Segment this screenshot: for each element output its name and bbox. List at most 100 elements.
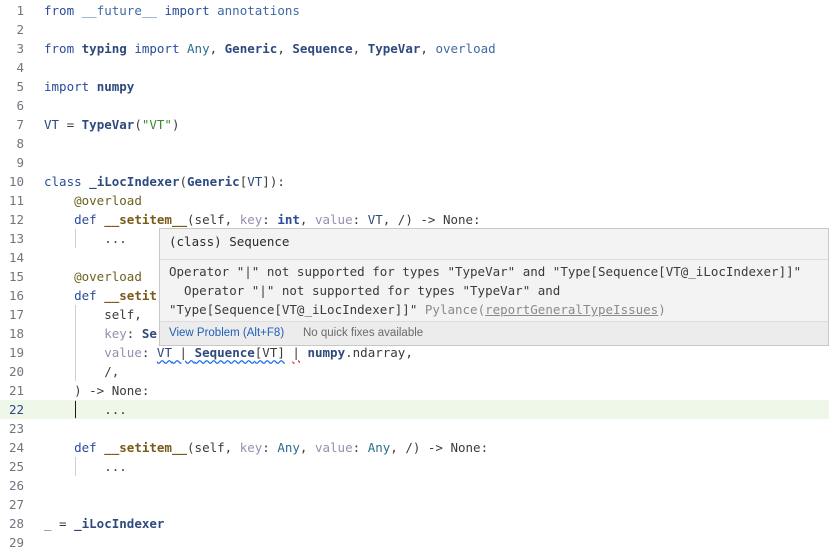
line-number: 23 [8,421,24,436]
code-token: @overload [74,269,142,284]
code-token: : [352,212,368,227]
line-code: ... [44,400,127,419]
code-line[interactable]: 5 import numpy [0,77,829,96]
line-number: 2 [16,22,24,37]
code-line[interactable]: 23 [0,419,829,438]
line-code: _ = _iLocIndexer [44,514,164,533]
code-token: ( [134,117,142,132]
code-token: _iLocIndexer [74,516,165,531]
code-line[interactable]: 26 [0,476,829,495]
code-token: , [277,41,293,56]
code-token: = [59,117,82,132]
code-token: | [292,345,300,360]
code-token: Se [141,326,157,341]
line-code: ... [44,457,127,476]
code-token: Sequence [292,41,353,56]
code-token: : [141,345,157,360]
indent-guide [75,229,76,248]
code-token: , [299,440,315,455]
line-number: 12 [8,212,24,227]
line-number: 4 [16,60,24,75]
code-line[interactable]: 6 [0,96,829,115]
code-token: self, [44,307,142,322]
code-token: /, [44,364,120,379]
line-code: def __setitem__(self, key: int, value: V… [44,210,480,229]
code-token: import [44,79,90,94]
code-line[interactable]: 20 /, [0,362,829,381]
code-token: Any [187,41,210,56]
code-line[interactable]: 4 [0,58,829,77]
line-code: ) -> None: [44,381,149,400]
diagnostic-source: Pylance(reportGeneralTypeIssues) [424,302,666,317]
line-code: VT = TypeVar("VT") [44,115,180,134]
code-line[interactable]: 28 _ = _iLocIndexer [0,514,829,533]
code-token: from [44,41,75,56]
code-line[interactable]: 9 [0,153,829,172]
line-number: 29 [8,535,24,550]
code-token: ]): [262,174,285,189]
line-number: 6 [16,98,24,113]
code-token: import [134,41,180,56]
code-line[interactable]: 8 [0,134,829,153]
text-cursor [75,401,76,418]
code-token: (self, [187,440,240,455]
code-line[interactable]: 10 class _iLocIndexer(Generic[VT]): [0,172,829,191]
code-token: , [352,41,368,56]
code-token: value [314,440,353,455]
code-line[interactable]: 24 def __setitem__(self, key: Any, value… [0,438,829,457]
code-token: TypeVar [81,117,135,132]
code-token: , /) -> None: [390,440,489,455]
code-token: @overload [74,193,142,208]
line-number: 7 [16,117,24,132]
code-token: VT [247,174,263,189]
line-number: 21 [8,383,24,398]
code-line[interactable]: 2 [0,20,829,39]
line-number: 8 [16,136,24,151]
code-token: VT [156,345,172,360]
code-token: from [44,3,75,18]
code-token: __setitem__ [104,212,188,227]
view-problem-button[interactable]: View Problem (Alt+F8) [169,327,284,339]
code-line[interactable]: 25 ... [0,457,829,476]
code-token: ... [44,402,127,417]
code-token: __setit [104,288,157,303]
code-token: : [352,440,368,455]
code-line[interactable]: 22 ... [0,400,829,419]
line-code: class _iLocIndexer(Generic[VT]): [44,172,285,191]
line-code: ... [44,229,127,248]
code-token: value [314,212,353,227]
code-line[interactable]: 12 def __setitem__(self, key: int, value… [0,210,829,229]
code-token: value [104,345,142,360]
code-line[interactable]: 21 ) -> None: [0,381,829,400]
code-line[interactable]: 27 [0,495,829,514]
code-line[interactable]: 29 [0,533,829,552]
message-line-2: Operator "|" not supported for types "Ty… [169,283,561,298]
line-number: 22 [8,402,24,417]
rule-code-link[interactable]: reportGeneralTypeIssues [485,302,658,317]
code-token: , [299,212,315,227]
code-token: def [74,288,97,303]
code-line[interactable]: 3 from typing import Any, Generic, Sequen… [0,39,829,58]
line-number: 1 [16,3,24,18]
line-code: def __setit [44,286,157,305]
code-token: numpy [307,345,346,360]
line-number: 14 [8,250,24,265]
line-code: from __future__ import annotations [44,1,300,20]
code-line[interactable]: 11 @overload [0,191,829,210]
no-quick-fixes-label: No quick fixes available [303,327,424,339]
code-token: def [74,440,97,455]
code-line[interactable]: 1 from __future__ import annotations [0,1,829,20]
code-token: (self, [187,212,240,227]
code-token: | [171,345,195,360]
code-line[interactable]: 7 VT = TypeVar("VT") [0,115,829,134]
code-token: ) -> None: [44,383,150,398]
code-token: ... [44,231,127,246]
line-code: import numpy [44,77,134,96]
code-token: class [44,174,82,189]
line-code: self, [44,305,142,324]
line-number: 25 [8,459,24,474]
line-number: 18 [8,326,24,341]
